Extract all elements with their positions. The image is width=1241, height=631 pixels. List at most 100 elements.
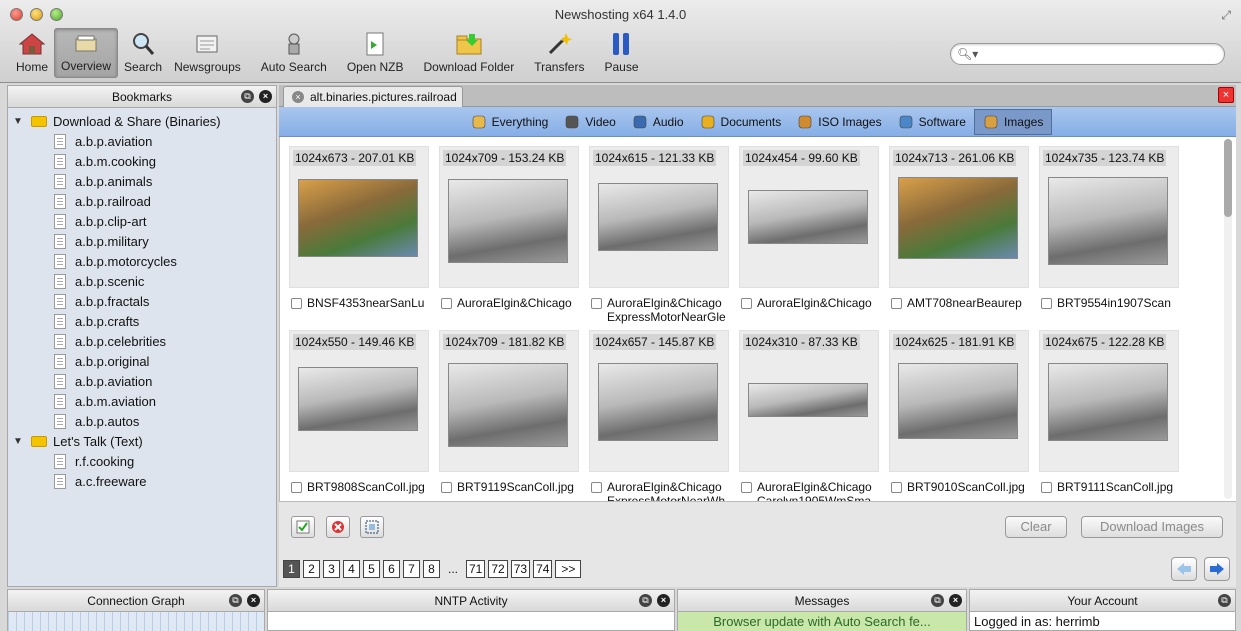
restore-panel-icon[interactable]: ⧉ [1218,594,1231,607]
toolbar-newsgroups-button[interactable]: Newsgroups [168,28,247,78]
toolbar-auto-search-button[interactable]: Auto Search [255,28,333,78]
close-all-tabs-button[interactable]: × [1218,87,1234,103]
disclosure-triangle-icon[interactable]: ▼ [13,436,23,447]
filter-images[interactable]: Images [973,108,1053,135]
image-thumbnail[interactable] [298,367,418,431]
image-card[interactable]: 1024x709 - 181.82 KB BRT9119ScanColl.jpg [439,330,589,514]
select-checkbox[interactable] [891,298,902,309]
image-card[interactable]: 1024x615 - 121.33 KB AuroraElgin&Chicago … [589,146,739,330]
toolbar-download-folder-button[interactable]: Download Folder [418,28,521,78]
bookmark-item[interactable]: a.b.p.clip-art [8,211,276,231]
select-checkbox[interactable] [291,298,302,309]
disclosure-triangle-icon[interactable]: ▼ [13,116,23,127]
grid-scrollbar[interactable] [1224,139,1232,499]
bookmark-item[interactable]: a.b.p.military [8,231,276,251]
select-checkbox[interactable] [891,482,902,493]
select-checkbox[interactable] [741,298,752,309]
image-card[interactable]: 1024x675 - 122.28 KB BRT9111ScanColl.jpg [1039,330,1189,514]
page-link[interactable]: 71 [466,560,486,578]
image-thumbnail[interactable] [1048,177,1168,265]
image-card[interactable]: 1024x550 - 149.46 KB BRT9808ScanColl.jpg [289,330,439,514]
deselect-all-button[interactable] [326,516,350,538]
select-checkbox[interactable] [741,482,752,493]
bookmark-group[interactable]: ▼ Let's Talk (Text) [8,431,276,451]
search-input[interactable]: 🔍︎▾ [950,43,1225,65]
filter-software[interactable]: Software [890,109,974,135]
bookmark-item[interactable]: a.b.p.scenic [8,271,276,291]
page-link[interactable]: 74 [533,560,553,578]
toolbar-overview-button[interactable]: Overview [54,28,119,78]
page-link[interactable]: 7 [403,560,420,578]
bookmark-item[interactable]: a.b.p.fractals [8,291,276,311]
select-all-button[interactable] [291,516,315,538]
image-thumbnail[interactable] [598,363,718,441]
image-card[interactable]: 1024x709 - 153.24 KB AuroraElgin&Chicago [439,146,589,330]
image-thumbnail[interactable] [748,190,868,244]
close-panel-icon[interactable]: × [259,90,272,103]
toolbar-open-nzb-button[interactable]: Open NZB [341,28,410,78]
download-images-button[interactable]: Download Images [1081,516,1223,538]
bookmark-item[interactable]: a.b.p.celebrities [8,331,276,351]
toolbar-home-button[interactable]: Home [10,28,54,78]
clear-button[interactable]: Clear [1005,516,1067,538]
close-panel-icon[interactable]: × [949,594,962,607]
select-checkbox[interactable] [291,482,302,493]
image-thumbnail[interactable] [448,363,568,447]
previous-page-button[interactable] [1171,557,1197,581]
page-link[interactable]: 4 [343,560,360,578]
page-link[interactable]: 3 [323,560,340,578]
page-link[interactable]: 5 [363,560,380,578]
close-tab-icon[interactable]: × [292,91,304,103]
bookmark-item[interactable]: a.b.p.animals [8,171,276,191]
bookmark-group[interactable]: ▼ Download & Share (Binaries) [8,111,276,131]
filter-iso-images[interactable]: ISO Images [789,109,889,135]
select-checkbox[interactable] [441,482,452,493]
image-card[interactable]: 1024x625 - 181.91 KB BRT9010ScanColl.jpg [889,330,1039,514]
page-link[interactable]: 2 [303,560,320,578]
filter-everything[interactable]: Everything [463,109,557,135]
bookmark-item[interactable]: a.b.m.aviation [8,391,276,411]
filter-documents[interactable]: Documents [692,109,790,135]
image-thumbnail[interactable] [448,179,568,263]
image-card[interactable]: 1024x454 - 99.60 KB AuroraElgin&Chicago [739,146,889,330]
bookmark-item[interactable]: a.b.p.autos [8,411,276,431]
image-thumbnail[interactable] [298,179,418,257]
filter-video[interactable]: Video [556,109,623,135]
select-checkbox[interactable] [1041,298,1052,309]
bookmark-item[interactable]: a.b.p.crafts [8,311,276,331]
bookmark-item[interactable]: r.f.cooking [8,451,276,471]
scrollbar-thumb[interactable] [1224,139,1232,217]
page-link[interactable]: 8 [423,560,440,578]
select-checkbox[interactable] [1041,482,1052,493]
toolbar-transfers-button[interactable]: Transfers [528,28,590,78]
image-thumbnail[interactable] [748,383,868,417]
bookmark-item[interactable]: a.b.p.aviation [8,131,276,151]
select-checkbox[interactable] [441,298,452,309]
restore-panel-icon[interactable]: ⧉ [229,594,242,607]
image-thumbnail[interactable] [598,183,718,251]
toolbar-search-button[interactable]: Search [118,28,168,78]
close-panel-icon[interactable]: × [657,594,670,607]
invert-selection-button[interactable] [360,516,384,538]
image-thumbnail[interactable] [1048,363,1168,441]
bookmark-item[interactable]: a.c.freeware [8,471,276,491]
bookmark-item[interactable]: a.b.p.original [8,351,276,371]
next-page-button[interactable] [1204,557,1230,581]
tab-railroad[interactable]: × alt.binaries.pictures.railroad [283,86,463,107]
page-link[interactable]: 6 [383,560,400,578]
image-card[interactable]: 1024x657 - 145.87 KB AuroraElgin&Chicago … [589,330,739,514]
image-card[interactable]: 1024x735 - 123.74 KB BRT9554in1907Scan [1039,146,1189,330]
image-card[interactable]: 1024x310 - 87.33 KBAuroraElgin&Chicago C… [739,330,889,514]
page-link[interactable]: 1 [283,560,300,578]
close-panel-icon[interactable]: × [247,594,260,607]
filter-audio[interactable]: Audio [624,109,692,135]
image-thumbnail[interactable] [898,177,1018,259]
toolbar-pause-button[interactable]: Pause [598,28,644,78]
page-link[interactable]: 73 [510,560,531,578]
restore-panel-icon[interactable]: ⧉ [639,594,652,607]
bookmark-item[interactable]: a.b.p.motorcycles [8,251,276,271]
image-card[interactable]: 1024x673 - 207.01 KB BNSF4353nearSanLu [289,146,439,330]
next-pages-link[interactable]: >> [555,560,582,578]
image-card[interactable]: 1024x713 - 261.06 KB AMT708nearBeaurep [889,146,1039,330]
select-checkbox[interactable] [591,298,602,309]
